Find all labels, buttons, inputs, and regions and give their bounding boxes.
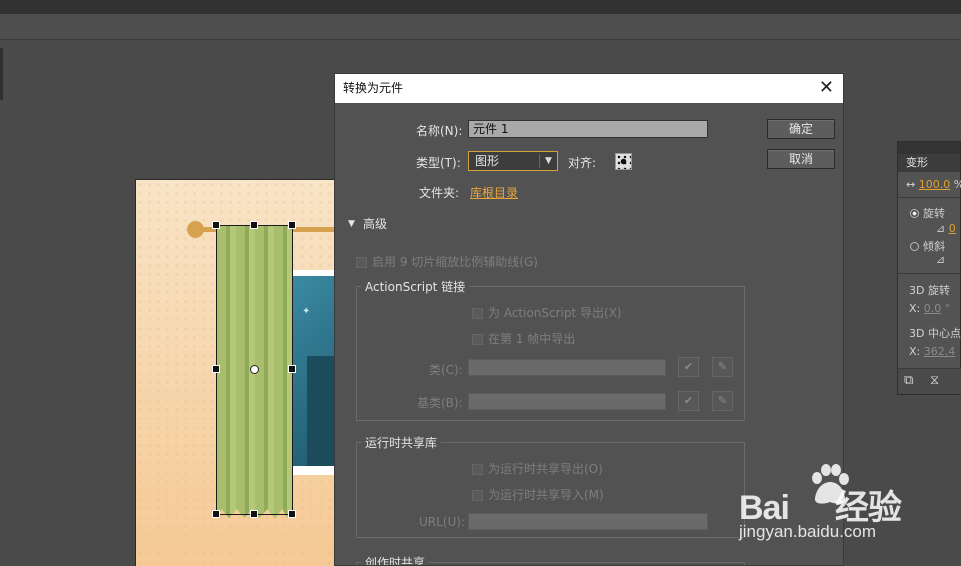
duplicate-transform-icon[interactable]: ⧉ [904, 373, 913, 388]
align-label: 对齐: [568, 156, 597, 170]
tab-transform[interactable]: 变形 [898, 154, 960, 172]
app-toolbar [0, 14, 961, 40]
edit-base-class-icon[interactable]: ✎ [712, 391, 733, 411]
symbol-name-input[interactable]: 元件 1 [468, 120, 708, 138]
validate-base-class-icon[interactable]: ✔ [678, 391, 699, 411]
skew-label: 倾斜 [923, 240, 945, 253]
transform-handle[interactable] [212, 365, 220, 373]
center-3d-label: 3D 中心点 [909, 327, 961, 340]
skew-angle-icon: ⊿ [936, 253, 946, 266]
rotate-3d-x-unit: ° [944, 302, 951, 315]
panel-tab-strip [898, 142, 960, 154]
transform-handle[interactable] [288, 221, 296, 229]
url-input[interactable] [468, 513, 708, 530]
name-label: 名称(N): [416, 124, 463, 138]
dialog-titlebar: 转换为元件 ✕ [335, 74, 843, 103]
transform-handle[interactable] [250, 510, 258, 518]
watermark-url: jingyan.baidu.com [739, 522, 877, 541]
center-3d-x-value[interactable]: 362.4 [924, 345, 956, 358]
scale-unit: % [954, 178, 961, 191]
chevron-down-icon: ▼ [539, 154, 557, 168]
rotate-radio[interactable] [910, 209, 919, 218]
transform-panel-footer: ⧉ ⧖ [898, 368, 961, 394]
runtime-import-option[interactable]: 为运行时共享导入(M) [472, 486, 604, 503]
width-arrows-icon: ↔ [906, 178, 916, 191]
class-input[interactable] [468, 359, 666, 376]
runtime-shared-library-title: 运行时共享库 [361, 434, 442, 451]
dialog-title: 转换为元件 [343, 81, 404, 95]
left-panel-tab[interactable] [0, 48, 3, 100]
transform-panel: 变形 ↔ 100.0 % 旋转 ⊿ 0 倾斜 ⊿ 3D 旋转 X: 0.0 ° … [897, 141, 961, 395]
class-label: 类(C): [429, 363, 463, 377]
rotate-3d-x-label: X: [909, 302, 921, 315]
remove-transform-icon[interactable]: ⧖ [930, 373, 939, 388]
center-3d-x-label: X: [909, 345, 921, 358]
export-frame1-option[interactable]: 在第 1 帧中导出 [472, 330, 575, 347]
base-class-input[interactable] [468, 393, 666, 410]
url-label: URL(U): [419, 515, 465, 529]
export-actionscript-checkbox[interactable] [472, 308, 483, 319]
base-class-label: 基类(B): [417, 396, 463, 410]
rotate-3d-x-value[interactable]: 0.0 [924, 302, 942, 315]
symbol-type-select[interactable]: 图形 ▼ [468, 151, 558, 171]
advanced-toggle-icon[interactable]: ▼ [348, 219, 355, 229]
window-view-art [293, 276, 335, 466]
rotate-label: 旋转 [923, 207, 945, 220]
advanced-toggle[interactable]: 高级 [363, 215, 387, 232]
export-actionscript-option[interactable]: 为 ActionScript 导出(X) [472, 304, 622, 321]
curtain-rod-knob-art [187, 221, 204, 238]
rotate-value[interactable]: 0 [949, 222, 956, 235]
ok-button[interactable]: 确定 [767, 119, 835, 139]
transform-handle[interactable] [212, 221, 220, 229]
transform-center-point[interactable] [250, 365, 259, 374]
scale-width-value[interactable]: 100.0 [919, 178, 951, 191]
validate-class-icon[interactable]: ✔ [678, 357, 699, 377]
stage-canvas[interactable]: ✦ [135, 179, 335, 566]
rotate-3d-label: 3D 旋转 [909, 284, 950, 297]
skew-radio[interactable] [910, 242, 919, 251]
transform-handle[interactable] [212, 510, 220, 518]
rotate-angle-icon: ⊿ [936, 222, 946, 235]
cancel-button[interactable]: 取消 [767, 149, 835, 169]
authoring-share-title: 创作时共享 [361, 554, 430, 565]
star-art: ✦ [302, 306, 311, 317]
app-menubar [0, 0, 961, 14]
folder-label: 文件夹: [419, 186, 460, 200]
actionscript-linkage-title: ActionScript 链接 [361, 278, 470, 295]
nine-slice-checkbox[interactable] [356, 257, 367, 268]
nine-slice-option[interactable]: 启用 9 切片缩放比例辅助线(G) [356, 253, 538, 270]
transform-handle[interactable] [288, 510, 296, 518]
type-label: 类型(T): [416, 156, 461, 170]
runtime-export-checkbox[interactable] [472, 464, 483, 475]
transform-handle[interactable] [250, 221, 258, 229]
export-frame1-checkbox[interactable] [472, 334, 483, 345]
folder-link[interactable]: 库根目录 [470, 184, 518, 201]
registration-grid-icon[interactable] [615, 153, 632, 170]
symbol-type-value: 图形 [475, 154, 500, 168]
runtime-import-checkbox[interactable] [472, 490, 483, 501]
close-icon[interactable]: ✕ [819, 74, 834, 102]
baidu-jingyan-watermark: Bai 经验 jingyan.baidu.com [735, 462, 925, 542]
edit-class-icon[interactable]: ✎ [712, 357, 733, 377]
transform-handle[interactable] [288, 365, 296, 373]
runtime-export-option[interactable]: 为运行时共享导出(O) [472, 460, 603, 477]
